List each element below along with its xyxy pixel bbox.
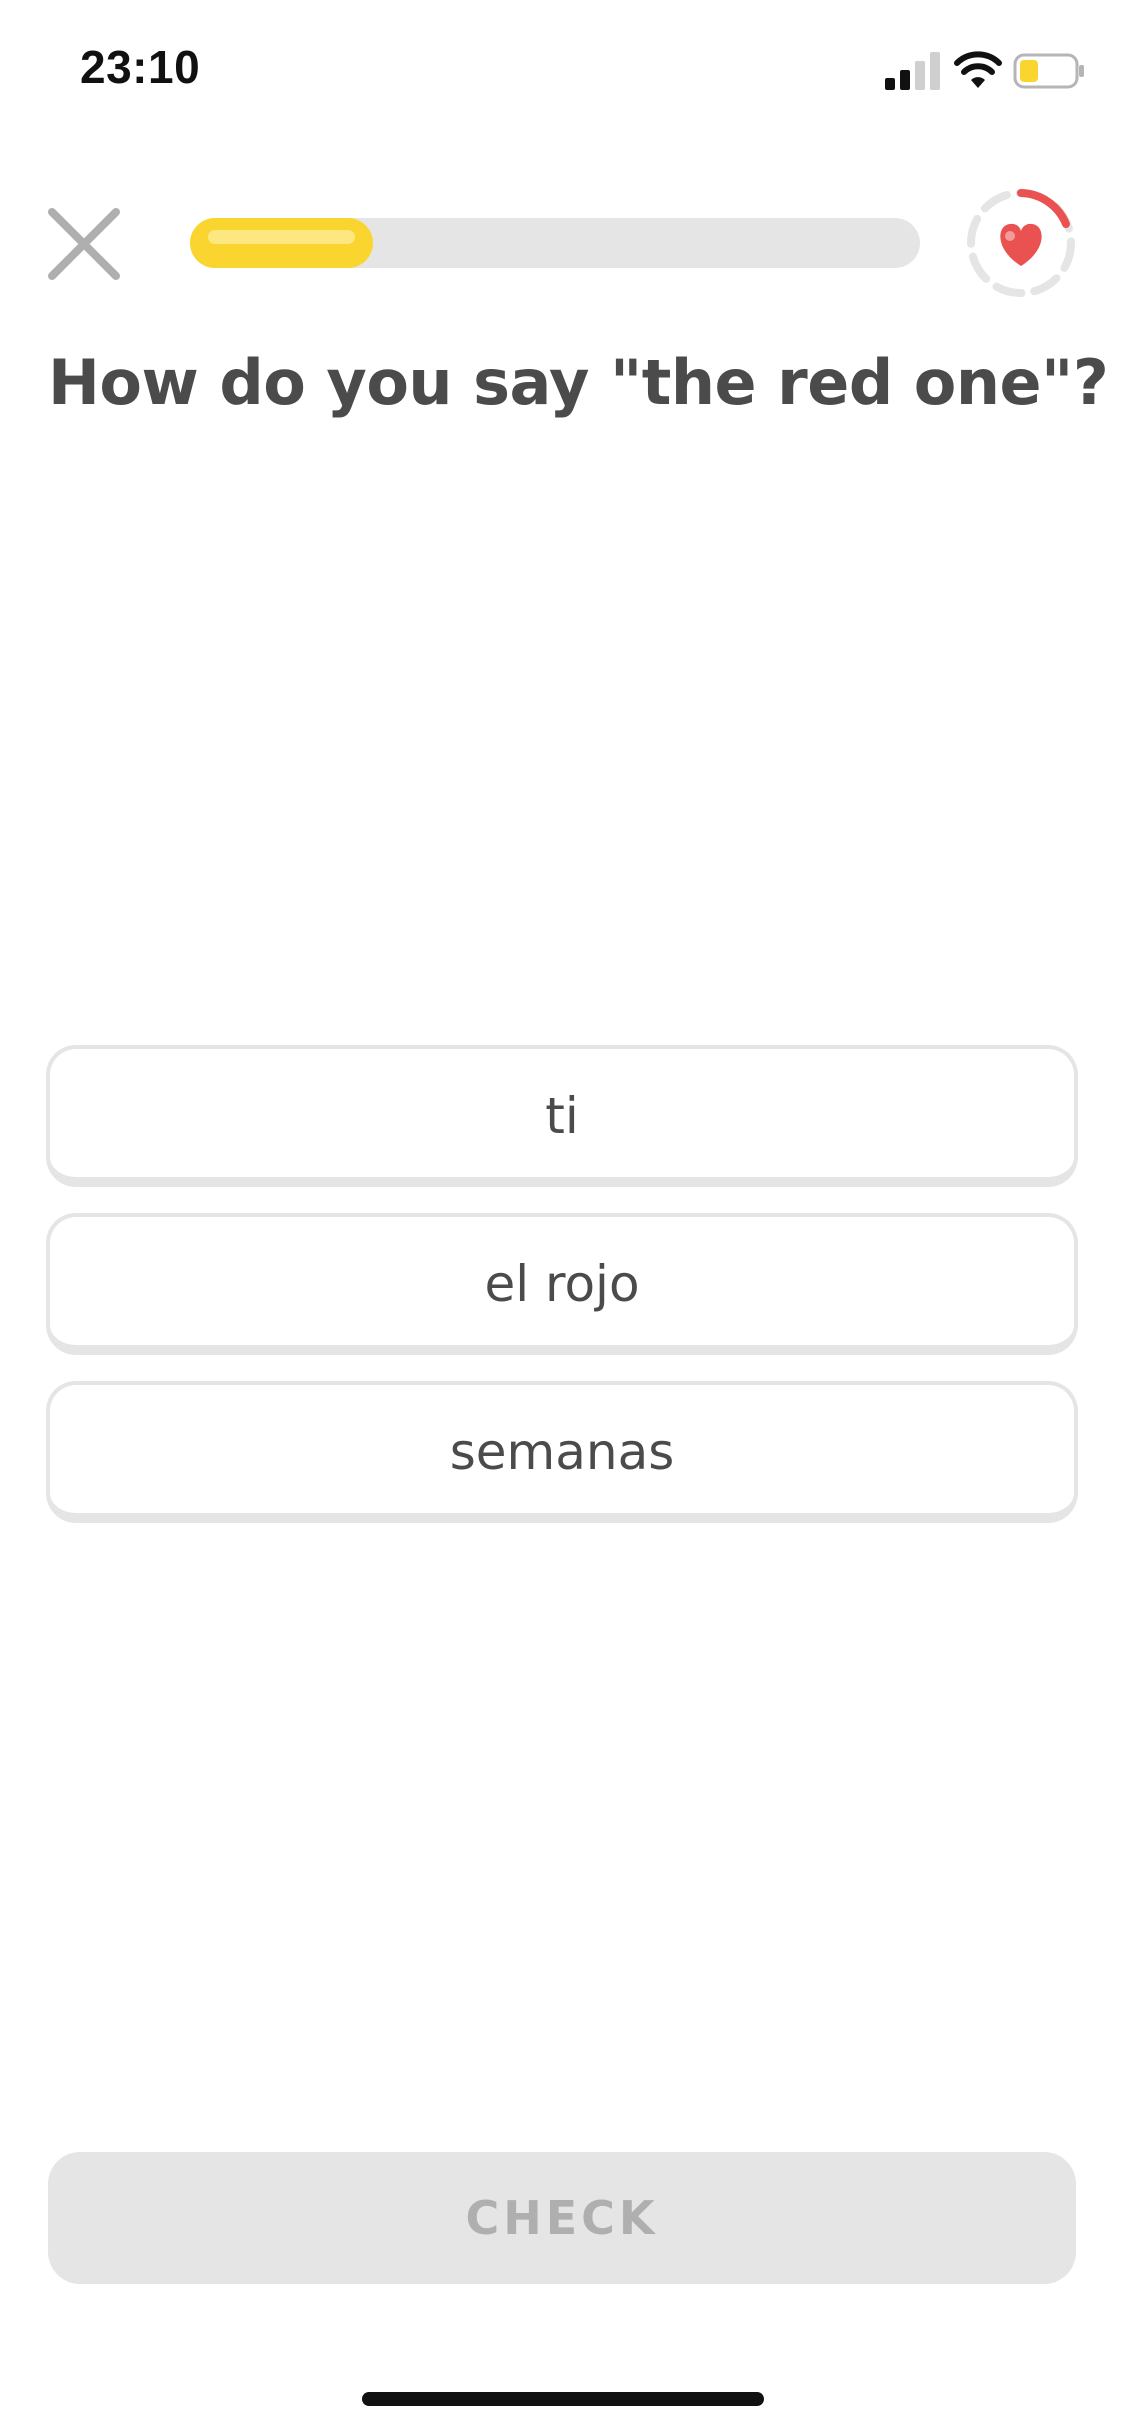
home-indicator[interactable] <box>362 2392 764 2406</box>
answer-option-ti[interactable]: ti <box>46 1045 1078 1187</box>
heart-icon <box>1000 223 1042 266</box>
battery-icon <box>1013 53 1084 89</box>
status-time: 23:10 <box>80 41 201 93</box>
close-button[interactable] <box>46 206 122 282</box>
question-title: How do you say "the red one"? <box>48 346 1109 419</box>
option-label: ti <box>545 1087 579 1145</box>
lesson-progress-bar <box>190 218 920 268</box>
hearts-widget[interactable] <box>964 186 1078 300</box>
status-icons <box>885 48 1085 92</box>
lesson-progress-fill <box>190 218 373 268</box>
wifi-icon <box>954 51 1002 88</box>
answer-option-el-rojo[interactable]: el rojo <box>46 1213 1078 1355</box>
cellular-signal-icon <box>885 52 940 90</box>
lesson-progress-shine <box>208 230 355 244</box>
check-button[interactable]: CHECK <box>48 2152 1076 2284</box>
answer-option-semanas[interactable]: semanas <box>46 1381 1078 1523</box>
answer-options: ti el rojo semanas <box>46 1045 1078 1549</box>
hearts-ring <box>967 189 1075 297</box>
option-label: semanas <box>449 1423 675 1481</box>
close-icon <box>48 208 120 280</box>
option-label: el rojo <box>484 1255 640 1313</box>
